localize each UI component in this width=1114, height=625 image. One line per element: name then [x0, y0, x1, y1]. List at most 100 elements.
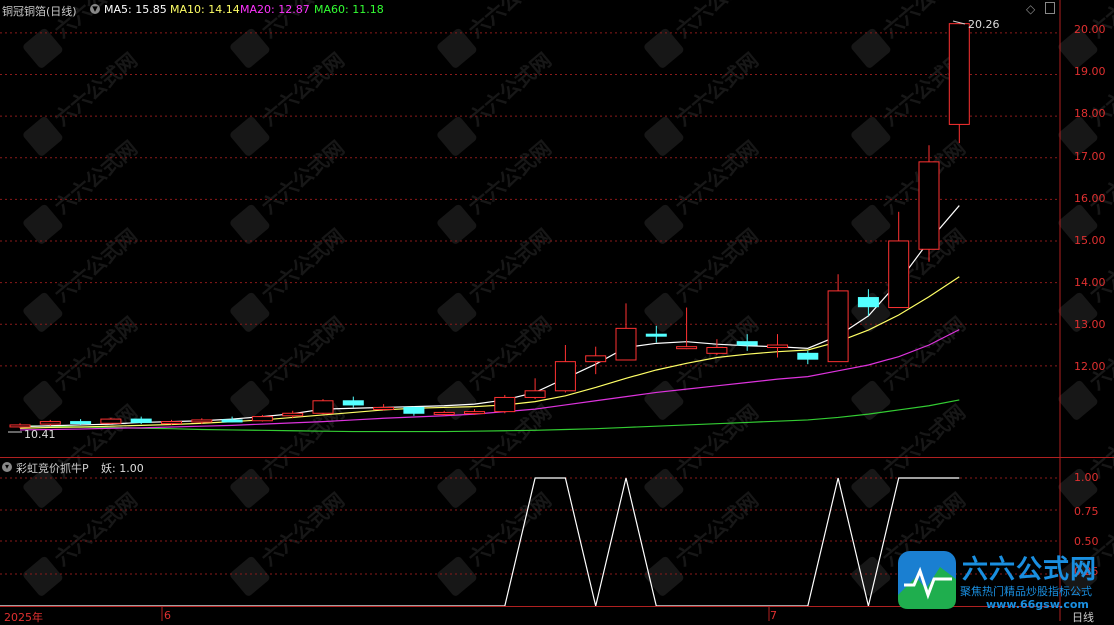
candle-body — [9, 424, 31, 428]
watermark-text: 六六公式网 — [671, 48, 763, 131]
candle — [615, 303, 637, 361]
watermark-text: 六六公式网 — [257, 48, 349, 131]
logo-slogan: 聚焦热门精品炒股指标公式 — [960, 585, 1092, 598]
candle — [554, 345, 576, 393]
watermark-text: 六六公式网 — [257, 136, 349, 219]
indicator-toggle-icon[interactable]: ▾ — [2, 462, 12, 472]
candle-body — [524, 390, 546, 398]
kline-chart[interactable]: 六六公式网 六六公式网 六六公式网 六六公式网 六六公式网 六六公式网六六公式网 六六公式网… — [0, 0, 1114, 621]
candle-body — [251, 416, 273, 422]
candle-body — [948, 23, 970, 125]
price-tick: 15.00 — [1074, 234, 1106, 247]
scroll-button[interactable] — [1045, 2, 1055, 14]
time-label-july: 7 — [770, 609, 777, 622]
site-logo: 六六公式网 聚焦热门精品炒股指标公式 www.66gsw.com — [896, 549, 1112, 613]
candle-body — [918, 161, 940, 250]
watermark-text: 六六公式网 — [671, 136, 763, 219]
watermark-text: 六六公式网 — [671, 400, 763, 483]
price-tick: 18.00 — [1074, 107, 1106, 120]
watermark-text: 六六公式网 — [464, 48, 556, 131]
candle-body — [857, 297, 879, 308]
price-tick: 17.00 — [1074, 150, 1106, 163]
candle-body — [373, 406, 395, 410]
watermark-text: 六六公式网 — [1085, 0, 1114, 42]
watermark-text: 六六公式网 — [464, 488, 556, 571]
candle-body — [39, 421, 61, 425]
candle-body — [282, 412, 304, 417]
candle-body — [494, 396, 516, 413]
ma10-label: MA10: 14.14 — [170, 3, 240, 16]
stock-title[interactable]: 铜冠铜箔(日线) — [2, 3, 77, 19]
candle — [312, 399, 334, 415]
candle — [403, 406, 425, 416]
indicator-value: 妖: 1.00 — [101, 462, 144, 475]
candle — [70, 419, 92, 425]
price-tick: 16.00 — [1074, 192, 1106, 205]
candle-body — [554, 361, 576, 392]
candle-body — [191, 419, 213, 423]
candle-body — [645, 333, 667, 337]
candle — [797, 350, 819, 365]
candle — [888, 211, 910, 309]
logo-url: www.66gsw.com — [986, 598, 1089, 611]
diamond-icon[interactable]: ◇ — [1026, 2, 1035, 16]
candle-body — [676, 346, 698, 350]
time-label-year: 2025年 — [4, 611, 43, 624]
settings-toggle-icon[interactable]: ▾ — [90, 3, 100, 14]
watermark-text: 六六公式网 — [50, 488, 142, 571]
candle-body — [70, 421, 92, 425]
candle-body — [342, 400, 364, 406]
candle-body — [797, 352, 819, 360]
watermark-text: 六六公式网 — [50, 224, 142, 307]
chart-header: 铜冠铜箔(日线) ▾ MA5: 15.85 MA10: 14.14 MA20: … — [0, 0, 1060, 18]
candle — [494, 394, 516, 414]
candle-body — [433, 411, 455, 415]
candle-body — [161, 421, 182, 425]
candle-body — [130, 418, 152, 423]
watermark-text: 六六公式网 — [464, 224, 556, 307]
watermark: 六六公式网 — [1058, 400, 1114, 508]
candle — [948, 22, 970, 144]
price-tick: 20.00 — [1074, 23, 1106, 36]
candle — [373, 404, 395, 411]
watermark-text: 六六公式网 — [257, 224, 349, 307]
candle-body — [585, 355, 607, 363]
candle — [585, 346, 607, 375]
price-tick: 12.00 — [1074, 360, 1106, 373]
max-price-label: 20.26 — [968, 18, 1000, 31]
ma10-line — [19, 276, 960, 429]
ma60-label: MA60: 11.18 — [314, 3, 384, 16]
ma5-line — [19, 205, 960, 428]
candle — [827, 274, 849, 363]
candle — [767, 334, 788, 358]
watermark-text: 六六公式网 — [671, 224, 763, 307]
candle-body — [312, 400, 334, 414]
watermark-text: 六六公式网 — [464, 136, 556, 219]
indicator-tick: 0.50 — [1074, 535, 1099, 548]
candle-body — [767, 344, 788, 349]
logo-icon — [898, 551, 956, 609]
candle-body — [706, 347, 728, 354]
candle-body — [403, 406, 425, 414]
candle — [342, 396, 364, 408]
ma20-label: MA20: 12.87 — [240, 3, 310, 16]
min-price-label: 10.41 — [24, 428, 56, 441]
indicator-tick: 0.75 — [1074, 505, 1099, 518]
candle-body — [464, 411, 485, 415]
candle — [100, 417, 122, 425]
price-tick: 19.00 — [1074, 65, 1106, 78]
watermark-text: 六六公式网 — [257, 488, 349, 571]
indicator-title[interactable]: 彩虹竞价抓牛P — [16, 460, 89, 476]
watermark-text: 六六公式网 — [671, 488, 763, 571]
ma5-label: MA5: 15.85 — [104, 3, 167, 16]
candle — [39, 419, 61, 426]
candle-body — [221, 419, 243, 423]
candle — [918, 145, 940, 262]
watermark-text: 六六公式网 — [50, 48, 142, 131]
watermark: 六六公式网 — [1058, 48, 1114, 156]
watermark-text: 六六公式网 — [1085, 136, 1114, 219]
indicator-tick: 1.00 — [1074, 471, 1099, 484]
candle-body — [827, 290, 849, 363]
price-tick: 13.00 — [1074, 318, 1106, 331]
time-label-june: 6 — [164, 609, 171, 622]
